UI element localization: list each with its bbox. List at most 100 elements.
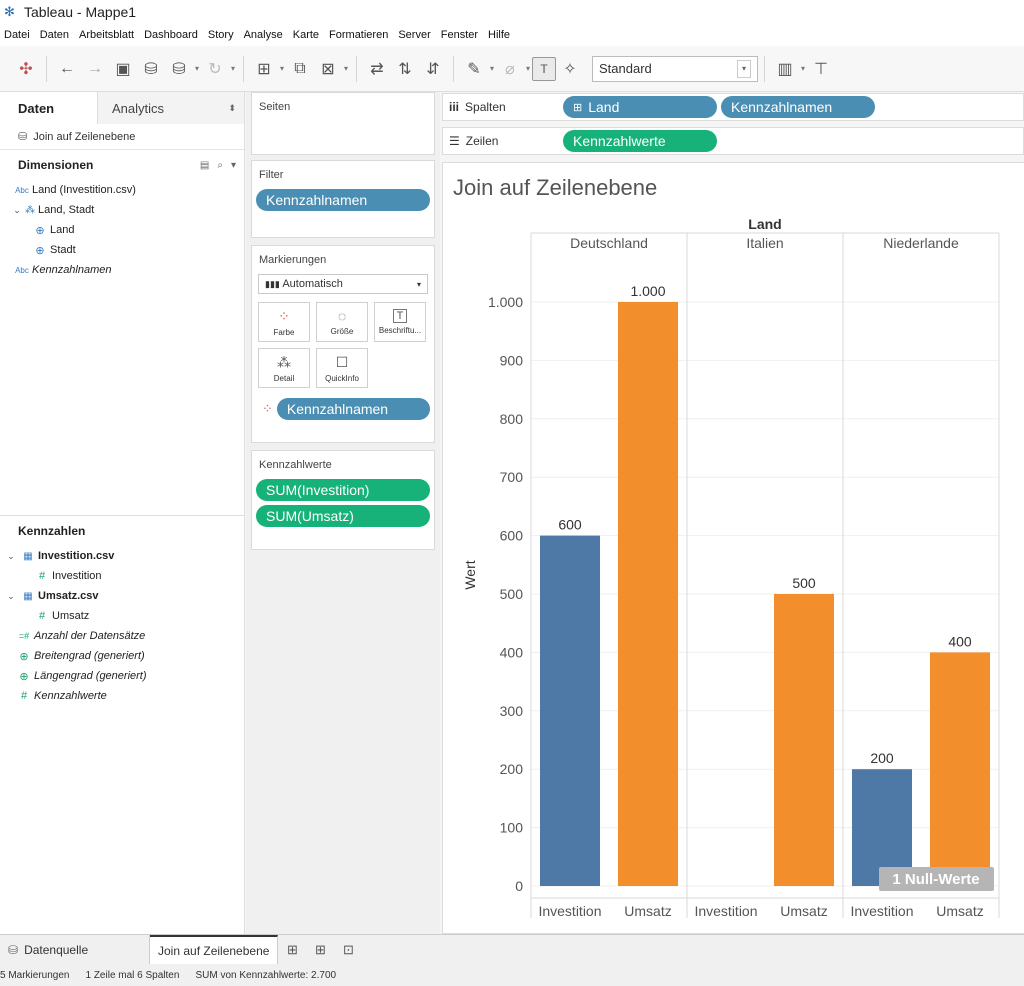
new-datasource-icon[interactable]: ⛁ bbox=[137, 55, 165, 83]
table-investition[interactable]: ⌄ ▦ Investition.csv bbox=[4, 546, 245, 566]
field-kennzahlnamen[interactable]: Abc Kennzahlnamen bbox=[12, 260, 244, 280]
tableau-home-icon[interactable]: ✣ bbox=[12, 55, 40, 83]
duplicate-sheet-icon[interactable]: ⧉ bbox=[286, 55, 314, 83]
y-tick-label: 100 bbox=[500, 820, 524, 836]
menu-server[interactable]: Server bbox=[398, 29, 430, 41]
datasource-name: Join auf Zeilenebene bbox=[33, 130, 136, 143]
x-tick-label: Umsatz bbox=[624, 903, 671, 919]
field-kennzahlwerte[interactable]: # Kennzahlwerte bbox=[4, 686, 245, 706]
field-label: Land, Stadt bbox=[38, 204, 95, 216]
datasource-item[interactable]: ⛁ Join auf Zeilenebene bbox=[0, 124, 244, 150]
clear-sheet-icon[interactable]: ⊠ bbox=[314, 55, 342, 83]
pill-sum-investition[interactable]: SUM(Investition) bbox=[256, 479, 430, 501]
chevron-down-icon[interactable]: ▾ bbox=[278, 64, 286, 73]
expand-icon[interactable]: ⊞ bbox=[573, 101, 582, 114]
tab-datasource[interactable]: ⛁ Datenquelle bbox=[0, 934, 150, 965]
number-type-icon: # bbox=[38, 570, 46, 582]
toolbar: ✣ ← → ▣ ⛁ ⛁ ▾ ↻ ▾ ⊞ ▾ ⧉ ⊠ ▾ ⇄ ⇅ ⇵ ✎ ▾ ⌀ … bbox=[0, 46, 1024, 92]
field-label: Land (Investition.csv) bbox=[32, 184, 136, 196]
marks-pill-row: ⁘ Kennzahlnamen bbox=[262, 398, 430, 420]
group-icon[interactable]: ⌀ bbox=[496, 55, 524, 83]
menu-formatieren[interactable]: Formatieren bbox=[329, 29, 388, 41]
menu-fenster[interactable]: Fenster bbox=[441, 29, 478, 41]
show-me-icon[interactable]: ▥ bbox=[771, 55, 799, 83]
chevron-down-icon[interactable]: ▾ bbox=[488, 64, 496, 73]
search-icon[interactable]: ⌕ bbox=[217, 160, 223, 171]
sort-ascending-icon[interactable]: ⇅ bbox=[391, 55, 419, 83]
show-labels-icon[interactable]: T bbox=[532, 56, 556, 81]
data-label: 200 bbox=[870, 750, 894, 766]
toolbar-divider bbox=[356, 55, 357, 82]
menu-analyse[interactable]: Analyse bbox=[244, 29, 283, 41]
menu-story[interactable]: Story bbox=[208, 29, 234, 41]
color-button[interactable]: ⁘ Farbe bbox=[258, 302, 310, 342]
chevron-down-icon[interactable]: ⌄ bbox=[4, 591, 18, 602]
menu-karte[interactable]: Karte bbox=[293, 29, 319, 41]
detail-button[interactable]: ⁂ Detail bbox=[258, 348, 310, 388]
label-button[interactable]: T Beschriftu... bbox=[374, 302, 426, 342]
data-label: 1.000 bbox=[630, 283, 665, 299]
field-land[interactable]: ⊕ Land bbox=[12, 220, 244, 240]
field-umsatz[interactable]: # Umsatz bbox=[4, 606, 245, 626]
tab-join-auf-zeilenebene[interactable]: Join auf Zeilenebene bbox=[150, 934, 279, 965]
chevron-down-icon[interactable]: ▾ bbox=[799, 64, 807, 73]
chevron-down-icon[interactable]: ▾ bbox=[193, 64, 201, 73]
y-tick-label: 0 bbox=[515, 878, 523, 894]
size-button[interactable]: ◌ Größe bbox=[316, 302, 368, 342]
pause-updates-icon[interactable]: ⛁ bbox=[165, 55, 193, 83]
new-dashboard-icon[interactable]: ⊞ bbox=[306, 935, 334, 965]
columns-icon: iii bbox=[449, 100, 460, 114]
chevron-down-icon[interactable]: ▾ bbox=[342, 64, 350, 73]
y-tick-label: 400 bbox=[500, 644, 524, 660]
mark-type-select[interactable]: ▮▮▮ Automatisch ▾ bbox=[258, 274, 428, 294]
tooltip-button[interactable]: ☐ QuickInfo bbox=[316, 348, 368, 388]
rows-pill-kennzahlwerte[interactable]: Kennzahlwerte bbox=[563, 130, 717, 152]
menu-daten[interactable]: Daten bbox=[40, 29, 69, 41]
field-investition[interactable]: # Investition bbox=[4, 566, 245, 586]
field-stadt[interactable]: ⊕ Stadt bbox=[12, 240, 244, 260]
new-story-icon[interactable]: ⊡ bbox=[334, 935, 362, 965]
field-anzahl-datensaetze[interactable]: =# Anzahl der Datensätze bbox=[4, 626, 245, 646]
chevron-down-icon[interactable]: ⌄ bbox=[4, 551, 18, 562]
field-breitengrad[interactable]: ⊕ Breitengrad (generiert) bbox=[4, 646, 245, 666]
view-size-select[interactable]: Standard ▾ bbox=[592, 55, 758, 82]
sort-descending-icon[interactable]: ⇵ bbox=[419, 55, 447, 83]
save-icon[interactable]: ▣ bbox=[109, 55, 137, 83]
columns-pill-kennzahlnamen[interactable]: Kennzahlnamen bbox=[721, 96, 875, 118]
measures-list: ⌄ ▦ Investition.csv # Investition ⌄ ▦ Um… bbox=[0, 546, 245, 706]
new-worksheet-icon[interactable]: ⊞ bbox=[278, 935, 306, 965]
field-laengengrad[interactable]: ⊕ Längengrad (generiert) bbox=[4, 666, 245, 686]
field-label: Land bbox=[50, 224, 75, 236]
tab-daten[interactable]: Daten bbox=[0, 92, 98, 124]
new-sheet-icon[interactable]: ⊞ bbox=[250, 55, 278, 83]
tab-menu-icon[interactable]: ⬍ bbox=[228, 103, 236, 114]
filter-pill-kennzahlnamen[interactable]: Kennzahlnamen bbox=[256, 189, 430, 211]
columns-pill-land[interactable]: ⊞ Land bbox=[563, 96, 717, 118]
menu-arbeitsblatt[interactable]: Arbeitsblatt bbox=[79, 29, 134, 41]
chevron-down-icon[interactable]: ⌄ bbox=[12, 205, 22, 216]
menu-dashboard[interactable]: Dashboard bbox=[144, 29, 198, 41]
swap-axes-icon[interactable]: ⇄ bbox=[363, 55, 391, 83]
chevron-down-icon[interactable]: ▾ bbox=[229, 64, 237, 73]
tab-analytics[interactable]: Analytics ⬍ bbox=[98, 92, 244, 124]
undo-icon[interactable]: ← bbox=[53, 55, 81, 83]
field-land-investition[interactable]: Abc Land (Investition.csv) bbox=[12, 180, 244, 200]
menu-hilfe[interactable]: Hilfe bbox=[488, 29, 510, 41]
marks-pill-kennzahlnamen[interactable]: Kennzahlnamen bbox=[276, 398, 430, 420]
refresh-icon[interactable]: ↻ bbox=[201, 55, 229, 83]
highlight-icon[interactable]: ✎ bbox=[460, 55, 488, 83]
chevron-down-icon[interactable]: ▾ bbox=[524, 64, 532, 73]
redo-icon[interactable]: → bbox=[81, 55, 109, 83]
presentation-icon[interactable]: ⊤ bbox=[807, 55, 835, 83]
pill-sum-umsatz[interactable]: SUM(Umsatz) bbox=[256, 505, 430, 527]
table-umsatz[interactable]: ⌄ ▦ Umsatz.csv bbox=[4, 586, 245, 606]
view-data-icon[interactable]: ▤ bbox=[200, 160, 209, 171]
fix-axes-icon[interactable]: ✧ bbox=[556, 55, 584, 83]
menu-datei[interactable]: Datei bbox=[4, 29, 30, 41]
dimensions-list: Abc Land (Investition.csv) ⌄ ⁂ Land, Sta… bbox=[0, 180, 244, 280]
group-header-deutschland: Deutschland bbox=[570, 235, 648, 251]
field-hierarchy-land-stadt[interactable]: ⌄ ⁂ Land, Stadt bbox=[12, 200, 244, 220]
chevron-down-icon[interactable]: ▾ bbox=[231, 160, 236, 171]
bar-umsatz bbox=[774, 594, 834, 886]
y-tick-label: 700 bbox=[500, 469, 524, 485]
